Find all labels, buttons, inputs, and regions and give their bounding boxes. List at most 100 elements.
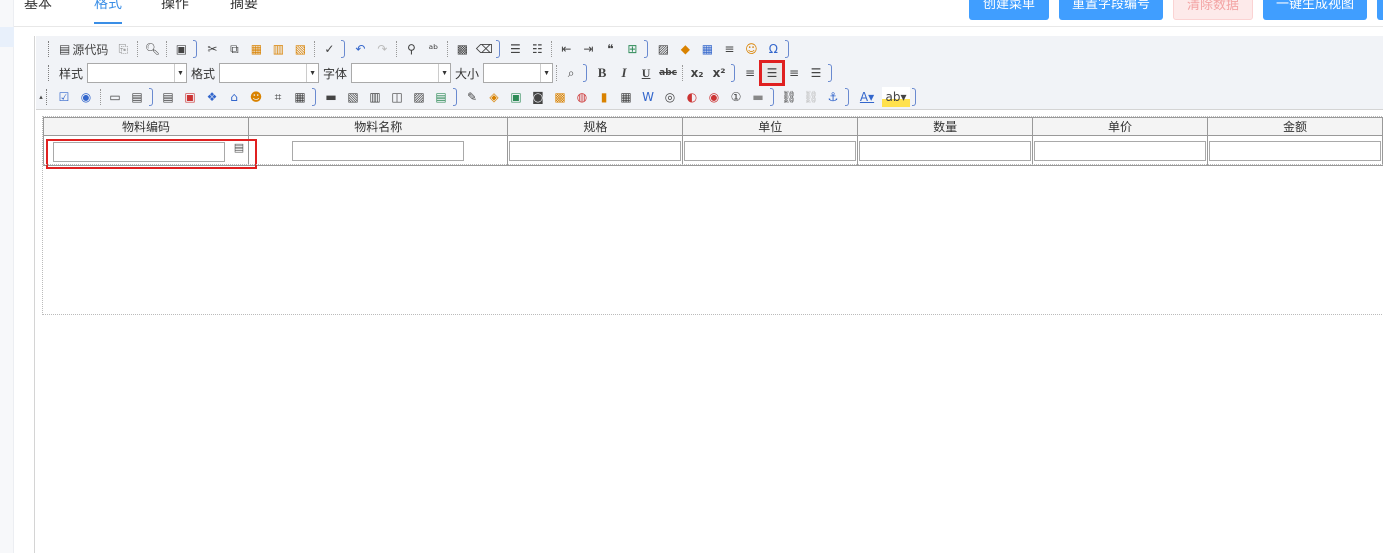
date-icon[interactable]: ▣: [180, 87, 200, 107]
image-icon[interactable]: ▨: [653, 39, 673, 59]
ordered-list-icon[interactable]: ☰: [505, 39, 525, 59]
image-upload-icon[interactable]: ▨: [409, 87, 429, 107]
eraser-icon[interactable]: ⌫: [474, 39, 494, 59]
picker-icon[interactable]: ▤: [231, 141, 247, 154]
chart-icon[interactable]: ◐: [682, 87, 702, 107]
anchor-icon[interactable]: ⚓: [823, 87, 843, 107]
align-justify-icon[interactable]: ☰: [806, 63, 826, 83]
bold-button[interactable]: B: [592, 63, 612, 83]
spellcheck-icon[interactable]: ✓: [319, 39, 339, 59]
seal-icon[interactable]: ◉: [704, 87, 724, 107]
collapse-toolbar-icon[interactable]: ▴: [37, 87, 45, 107]
save-icon[interactable]: ⎘: [113, 39, 133, 59]
sub-form-icon[interactable]: ▦: [290, 87, 310, 107]
align-center-icon[interactable]: ☰: [759, 60, 786, 86]
strikethrough-button[interactable]: abc: [658, 63, 678, 83]
tab-format[interactable]: 格式: [94, 0, 122, 24]
checkbox-icon[interactable]: ☑: [54, 87, 74, 107]
sidebar-selected-item[interactable]: [0, 27, 14, 47]
reset-field-numbers-button[interactable]: 重置字段编号: [1059, 0, 1163, 20]
macro-icon[interactable]: ❖: [202, 87, 222, 107]
div-container-icon[interactable]: ⊞: [622, 39, 642, 59]
map-icon[interactable]: ◍: [572, 87, 592, 107]
size-select[interactable]: ▼: [483, 63, 554, 83]
clear-data-button[interactable]: 清除数据: [1173, 0, 1253, 20]
tab-summary[interactable]: 摘要: [230, 0, 258, 24]
signature-icon[interactable]: ✎: [462, 87, 482, 107]
line-icon[interactable]: ▬: [748, 87, 768, 107]
select-all-icon[interactable]: ▩: [452, 39, 472, 59]
editing-area[interactable]: 物料编码 物料名称 规格 单位 数量 单价 金额 ▤: [42, 116, 1383, 315]
amount-input[interactable]: [1209, 140, 1381, 161]
camera-icon[interactable]: ◙: [528, 87, 548, 107]
photo-icon[interactable]: ▩: [550, 87, 570, 107]
paste-text-icon[interactable]: ▥: [268, 39, 288, 59]
table-icon[interactable]: ▦: [697, 39, 717, 59]
unit-price-input[interactable]: [1034, 140, 1207, 161]
tab-basic[interactable]: 基本: [24, 0, 52, 24]
subscript-icon[interactable]: x₂: [687, 63, 707, 83]
paste-word-icon[interactable]: ▧: [290, 39, 310, 59]
template-icon[interactable]: ▣: [171, 39, 191, 59]
form-list-icon[interactable]: ▤: [158, 87, 178, 107]
calculate-icon[interactable]: ⌗: [268, 87, 288, 107]
unlink-icon[interactable]: ⛓: [801, 87, 821, 107]
horizontal-rule-icon[interactable]: ≡: [719, 39, 739, 59]
material-name-input[interactable]: [292, 140, 465, 161]
outdent-icon[interactable]: ⇤: [556, 39, 576, 59]
align-left-icon[interactable]: ≡: [740, 63, 760, 83]
replace-icon[interactable]: ᵃᵇ: [423, 39, 443, 59]
blockquote-icon[interactable]: ❝: [600, 39, 620, 59]
tab-operation[interactable]: 操作: [161, 0, 189, 24]
paste-icon[interactable]: ▦: [246, 39, 266, 59]
textfield-icon[interactable]: ▭: [105, 87, 125, 107]
number-icon[interactable]: ①: [726, 87, 746, 107]
group-end: [845, 88, 849, 106]
superscript-icon[interactable]: x²: [709, 63, 729, 83]
indent-icon[interactable]: ⇥: [578, 39, 598, 59]
material-code-input[interactable]: [53, 142, 225, 162]
style-select[interactable]: ▼: [87, 63, 188, 83]
align-right-icon[interactable]: ≡: [784, 63, 804, 83]
copy-icon[interactable]: ⧉: [224, 39, 244, 59]
data-select-icon[interactable]: ▧: [343, 87, 363, 107]
flash-icon[interactable]: ◆: [675, 39, 695, 59]
data-fetch-icon[interactable]: ▥: [365, 87, 385, 107]
redo-icon[interactable]: ↷: [372, 39, 392, 59]
link-icon[interactable]: ⛓: [779, 87, 799, 107]
create-menu-button[interactable]: 创建菜单: [969, 0, 1049, 20]
cut-icon[interactable]: ✂: [202, 39, 222, 59]
format-select[interactable]: ▼: [219, 63, 320, 83]
font-select[interactable]: ▼: [351, 63, 452, 83]
picture-icon[interactable]: ▣: [506, 87, 526, 107]
radio-icon[interactable]: ◉: [76, 87, 96, 107]
preview-icon[interactable]: 🔍︎: [142, 39, 162, 59]
undo-icon[interactable]: ↶: [350, 39, 370, 59]
unordered-list-icon[interactable]: ☷: [527, 39, 547, 59]
find-icon[interactable]: ⚲: [401, 39, 421, 59]
textarea-icon[interactable]: ▤: [127, 87, 147, 107]
generate-view-button[interactable]: 一键生成视图: [1263, 0, 1367, 20]
smiley-icon[interactable]: ☺: [741, 39, 761, 59]
word-icon[interactable]: W: [638, 87, 658, 107]
spec-input[interactable]: [509, 140, 682, 161]
quantity-input[interactable]: [859, 140, 1032, 161]
audio-icon[interactable]: ◎: [660, 87, 680, 107]
qrcode-icon[interactable]: ▦: [616, 87, 636, 107]
more-button[interactable]: [1377, 0, 1383, 20]
unit-input[interactable]: [684, 140, 857, 161]
background-color-icon[interactable]: ab▾: [882, 87, 910, 107]
progress-icon[interactable]: ▮: [594, 87, 614, 107]
button-control-icon[interactable]: ▬: [321, 87, 341, 107]
user-select-icon[interactable]: ☻: [246, 87, 266, 107]
italic-button[interactable]: I: [614, 63, 634, 83]
source-code-button[interactable]: ▤ 源代码: [56, 39, 111, 59]
text-color-icon[interactable]: A▾: [854, 87, 880, 107]
underline-button[interactable]: U: [636, 63, 656, 83]
department-icon[interactable]: ⌂: [224, 87, 244, 107]
layer-icon[interactable]: ◈: [484, 87, 504, 107]
special-char-icon[interactable]: Ω: [763, 39, 783, 59]
show-blocks-icon[interactable]: ⌕: [561, 63, 581, 83]
iframe-icon[interactable]: ◫: [387, 87, 407, 107]
list-control-icon[interactable]: ▤: [431, 87, 451, 107]
